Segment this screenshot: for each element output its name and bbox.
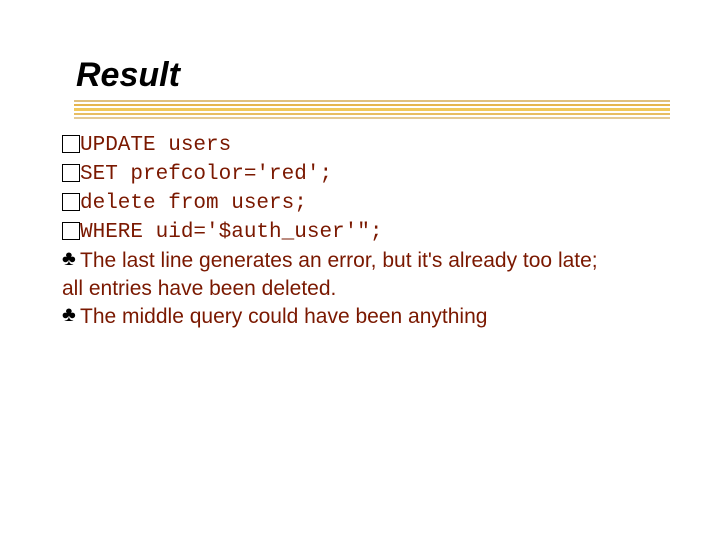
code-line: WHERE uid='$auth_user'"; xyxy=(62,219,662,246)
note-text: The middle query could have been anythin… xyxy=(80,304,487,330)
note-line-continuation: all entries have been deleted. xyxy=(62,276,662,302)
note-text: The last line generates an error, but it… xyxy=(80,248,598,274)
code-text: UPDATE users xyxy=(80,132,231,159)
underline-stroke xyxy=(74,100,670,102)
title-underline xyxy=(74,100,670,121)
code-line: SET prefcolor='red'; xyxy=(62,161,662,188)
underline-stroke xyxy=(74,108,670,111)
slide: Result UPDATE users SET prefcolor='red';… xyxy=(0,0,720,540)
code-text: delete from users; xyxy=(80,190,307,217)
note-text: all entries have been deleted. xyxy=(62,276,336,302)
underline-stroke xyxy=(74,104,670,106)
note-line: ♣ The middle query could have been anyth… xyxy=(62,304,662,330)
square-bullet-icon xyxy=(62,222,80,240)
title-area: Result xyxy=(76,56,180,95)
club-bullet-icon: ♣ xyxy=(62,248,80,270)
square-bullet-icon xyxy=(62,135,80,153)
club-bullet-icon: ♣ xyxy=(62,304,80,326)
square-bullet-icon xyxy=(62,164,80,182)
code-line: UPDATE users xyxy=(62,132,662,159)
note-line: ♣ The last line generates an error, but … xyxy=(62,248,662,274)
code-text: WHERE uid='$auth_user'"; xyxy=(80,219,382,246)
code-text: SET prefcolor='red'; xyxy=(80,161,332,188)
page-title: Result xyxy=(76,56,180,94)
body-area: UPDATE users SET prefcolor='red'; delete… xyxy=(62,132,662,332)
underline-stroke xyxy=(74,117,670,119)
code-line: delete from users; xyxy=(62,190,662,217)
underline-stroke xyxy=(74,113,670,115)
square-bullet-icon xyxy=(62,193,80,211)
